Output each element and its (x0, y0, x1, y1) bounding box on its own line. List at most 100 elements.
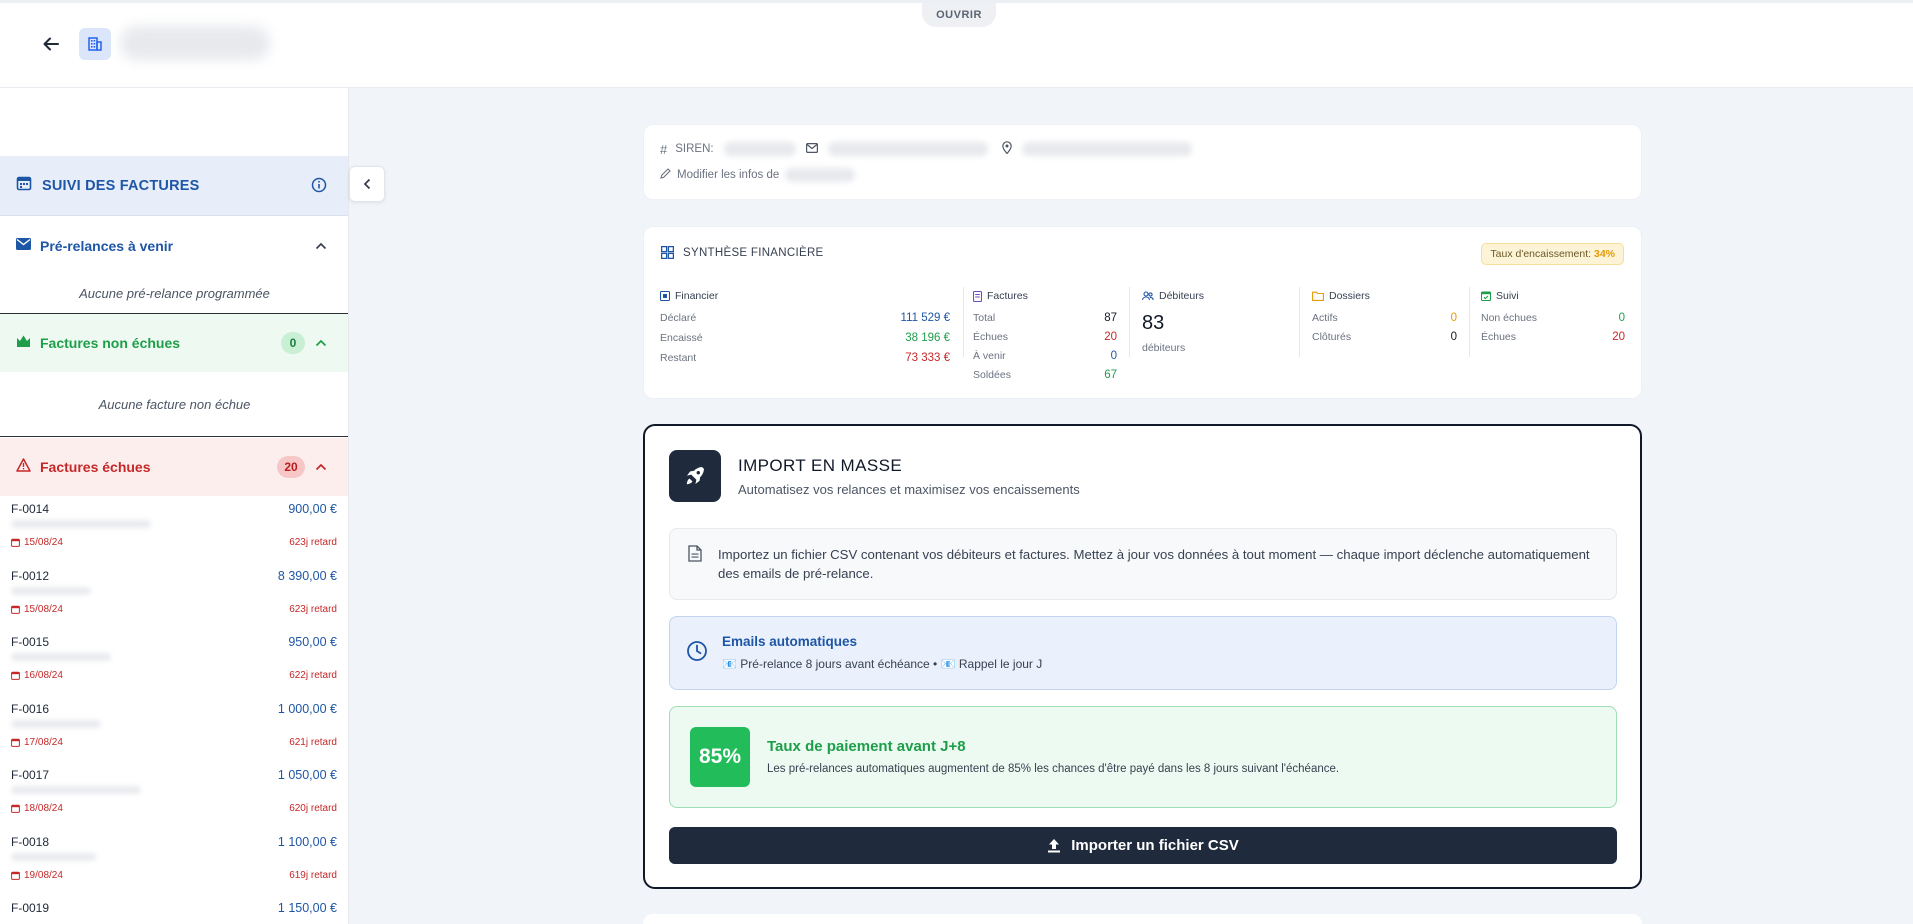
suivi-row: Non échues 0 (1481, 312, 1625, 324)
top-bar: OUVRIR (0, 0, 1913, 88)
invoice-retard: 620j retard (289, 803, 337, 814)
invoice-row[interactable]: F-0018 1 100,00 € 19/08/24 619j retard (0, 829, 348, 896)
sidebar-header: SUIVI DES FACTURES (0, 156, 348, 216)
back-arrow-icon[interactable] (38, 31, 64, 57)
invoice-row[interactable]: F-0015 950,00 € 16/08/24 622j retard (0, 629, 348, 696)
ouvrir-tab[interactable]: OUVRIR (922, 3, 996, 27)
financier-row: Déclaré 111 529 € (660, 312, 950, 324)
rocket-icon (669, 450, 721, 502)
address-redacted (1021, 142, 1192, 156)
section-prerelances-label: Pré-relances à venir (40, 238, 174, 254)
emails-automatiques-detail: 📧 Pré-relance 8 jours avant échéance • 📧… (722, 657, 1043, 671)
debiteurs-count: 83 (1142, 312, 1165, 334)
factures-row: Total 87 (973, 312, 1117, 324)
folder-icon (1312, 291, 1324, 301)
clock-icon (686, 640, 708, 667)
document-icon (973, 290, 982, 302)
warning-icon (16, 457, 31, 477)
invoice-retard: 619j retard (289, 870, 337, 881)
sidebar-collapse-button[interactable] (349, 166, 385, 202)
factures-row: Échues 20 (973, 331, 1117, 343)
import-description-box: Importez un fichier CSV contenant vos dé… (669, 528, 1617, 600)
section-non-echues[interactable]: Factures non échues 0 (0, 314, 348, 372)
financier-row: Encaissé 38 196 € (660, 332, 950, 344)
invoice-client-redacted (11, 653, 111, 661)
invoice-row[interactable]: F-0019 1 150,00 € (0, 895, 348, 924)
divider (0, 436, 348, 437)
invoice-amount: 1 000,00 € (277, 702, 337, 716)
invoice-retard: 623j retard (289, 537, 337, 548)
dashboard-icon (661, 246, 674, 259)
invoice-date: 15/08/24 (11, 604, 63, 615)
debiteurs-title: Débiteurs (1142, 290, 1292, 302)
company-name-redacted (785, 168, 856, 182)
calendar-check-icon (1481, 291, 1491, 301)
import-description: Importez un fichier CSV contenant vos dé… (718, 547, 1590, 581)
debiteurs-sub: débiteurs (1142, 342, 1186, 354)
section-prerelances[interactable]: Pré-relances à venir (0, 216, 348, 276)
users-icon (1142, 291, 1154, 301)
dossiers-title: Dossiers (1312, 290, 1457, 302)
import-csv-button[interactable]: Importer un fichier CSV (669, 827, 1617, 864)
invoice-row[interactable]: F-0012 8 390,00 € 15/08/24 623j retard (0, 563, 348, 630)
next-card (643, 914, 1642, 924)
suivi-row: Échues 20 (1481, 331, 1625, 343)
taux-paiement-detail: Les pré-relances automatiques augmentent… (767, 763, 1340, 775)
invoice-row[interactable]: F-0014 900,00 € 15/08/24 623j retard (0, 496, 348, 563)
section-non-echues-label: Factures non échues (40, 335, 181, 351)
echues-count-badge: 20 (277, 456, 305, 478)
factures-row: Soldées 67 (973, 369, 1117, 381)
invoice-id: F-0014 (11, 502, 50, 516)
invoice-client-redacted (11, 520, 151, 528)
company-info-card: # SIREN: Modifier les infos de (643, 124, 1642, 200)
invoice-retard: 622j retard (289, 670, 337, 681)
suivi-title: Suivi (1481, 290, 1625, 302)
invoice-date: 18/08/24 (11, 803, 63, 814)
invoice-row[interactable]: F-0017 1 050,00 € 18/08/24 620j retard (0, 762, 348, 829)
chevron-up-icon[interactable] (315, 458, 327, 476)
section-echues[interactable]: Factures échues 20 (0, 438, 348, 496)
mail-icon (16, 237, 31, 255)
suivi-column: Suivi Non échues 0 Échues 20 (1481, 290, 1625, 384)
non-echues-count-badge: 0 (281, 332, 305, 354)
file-text-icon (688, 545, 702, 567)
chevron-up-icon[interactable] (315, 334, 327, 352)
edit-info-link[interactable]: Modifier les infos de (660, 168, 865, 182)
invoice-id: F-0012 (11, 569, 50, 583)
invoice-id: F-0018 (11, 835, 50, 849)
invoice-row[interactable]: F-0016 1 000,00 € 17/08/24 621j retard (0, 696, 348, 763)
column-divider (963, 287, 964, 357)
edit-info-label: Modifier les infos de (677, 169, 780, 181)
invoice-client-redacted (11, 853, 96, 861)
calendar-icon (11, 738, 20, 747)
invoice-id: F-0015 (11, 635, 50, 649)
sidebar: SUIVI DES FACTURES Pré-relances à venir … (0, 88, 349, 924)
taux-paiement-box: 85% Taux de paiement avant J+8 Les pré-r… (669, 706, 1617, 808)
crown-icon (16, 334, 31, 352)
pencil-icon (660, 168, 671, 182)
invoice-amount: 8 390,00 € (277, 569, 337, 583)
invoice-amount: 1 050,00 € (277, 768, 337, 782)
prerelances-empty-text: Aucune pré-relance programmée (79, 286, 270, 301)
invoice-amount: 1 150,00 € (277, 901, 337, 915)
sidebar-title: SUIVI DES FACTURES (42, 177, 200, 194)
column-divider (1129, 287, 1130, 357)
synthese-financiere-card: SYNTHÈSE FINANCIÈRE Taux d'encaissement:… (643, 226, 1642, 399)
location-pin-icon (1001, 141, 1012, 157)
invoice-date: 15/08/24 (11, 537, 63, 548)
chevron-up-icon[interactable] (315, 237, 327, 255)
info-icon[interactable] (311, 177, 327, 198)
hash-icon: # (660, 141, 668, 157)
invoice-client-redacted (11, 786, 141, 794)
invoice-retard: 623j retard (289, 604, 337, 615)
email-redacted (827, 142, 988, 156)
debiteurs-column: Débiteurs 83 débiteurs (1142, 290, 1292, 384)
column-divider (1299, 287, 1300, 357)
non-echues-empty-text: Aucune facture non échue (98, 397, 251, 412)
dossiers-row: Clôturés 0 (1312, 331, 1457, 343)
invoice-date: 19/08/24 (11, 870, 63, 881)
invoice-date: 17/08/24 (11, 737, 63, 748)
import-en-masse-card: IMPORT EN MASSE Automatisez vos relances… (643, 424, 1642, 889)
synthese-title: SYNTHÈSE FINANCIÈRE (661, 246, 824, 259)
calendar-icon (11, 605, 20, 614)
